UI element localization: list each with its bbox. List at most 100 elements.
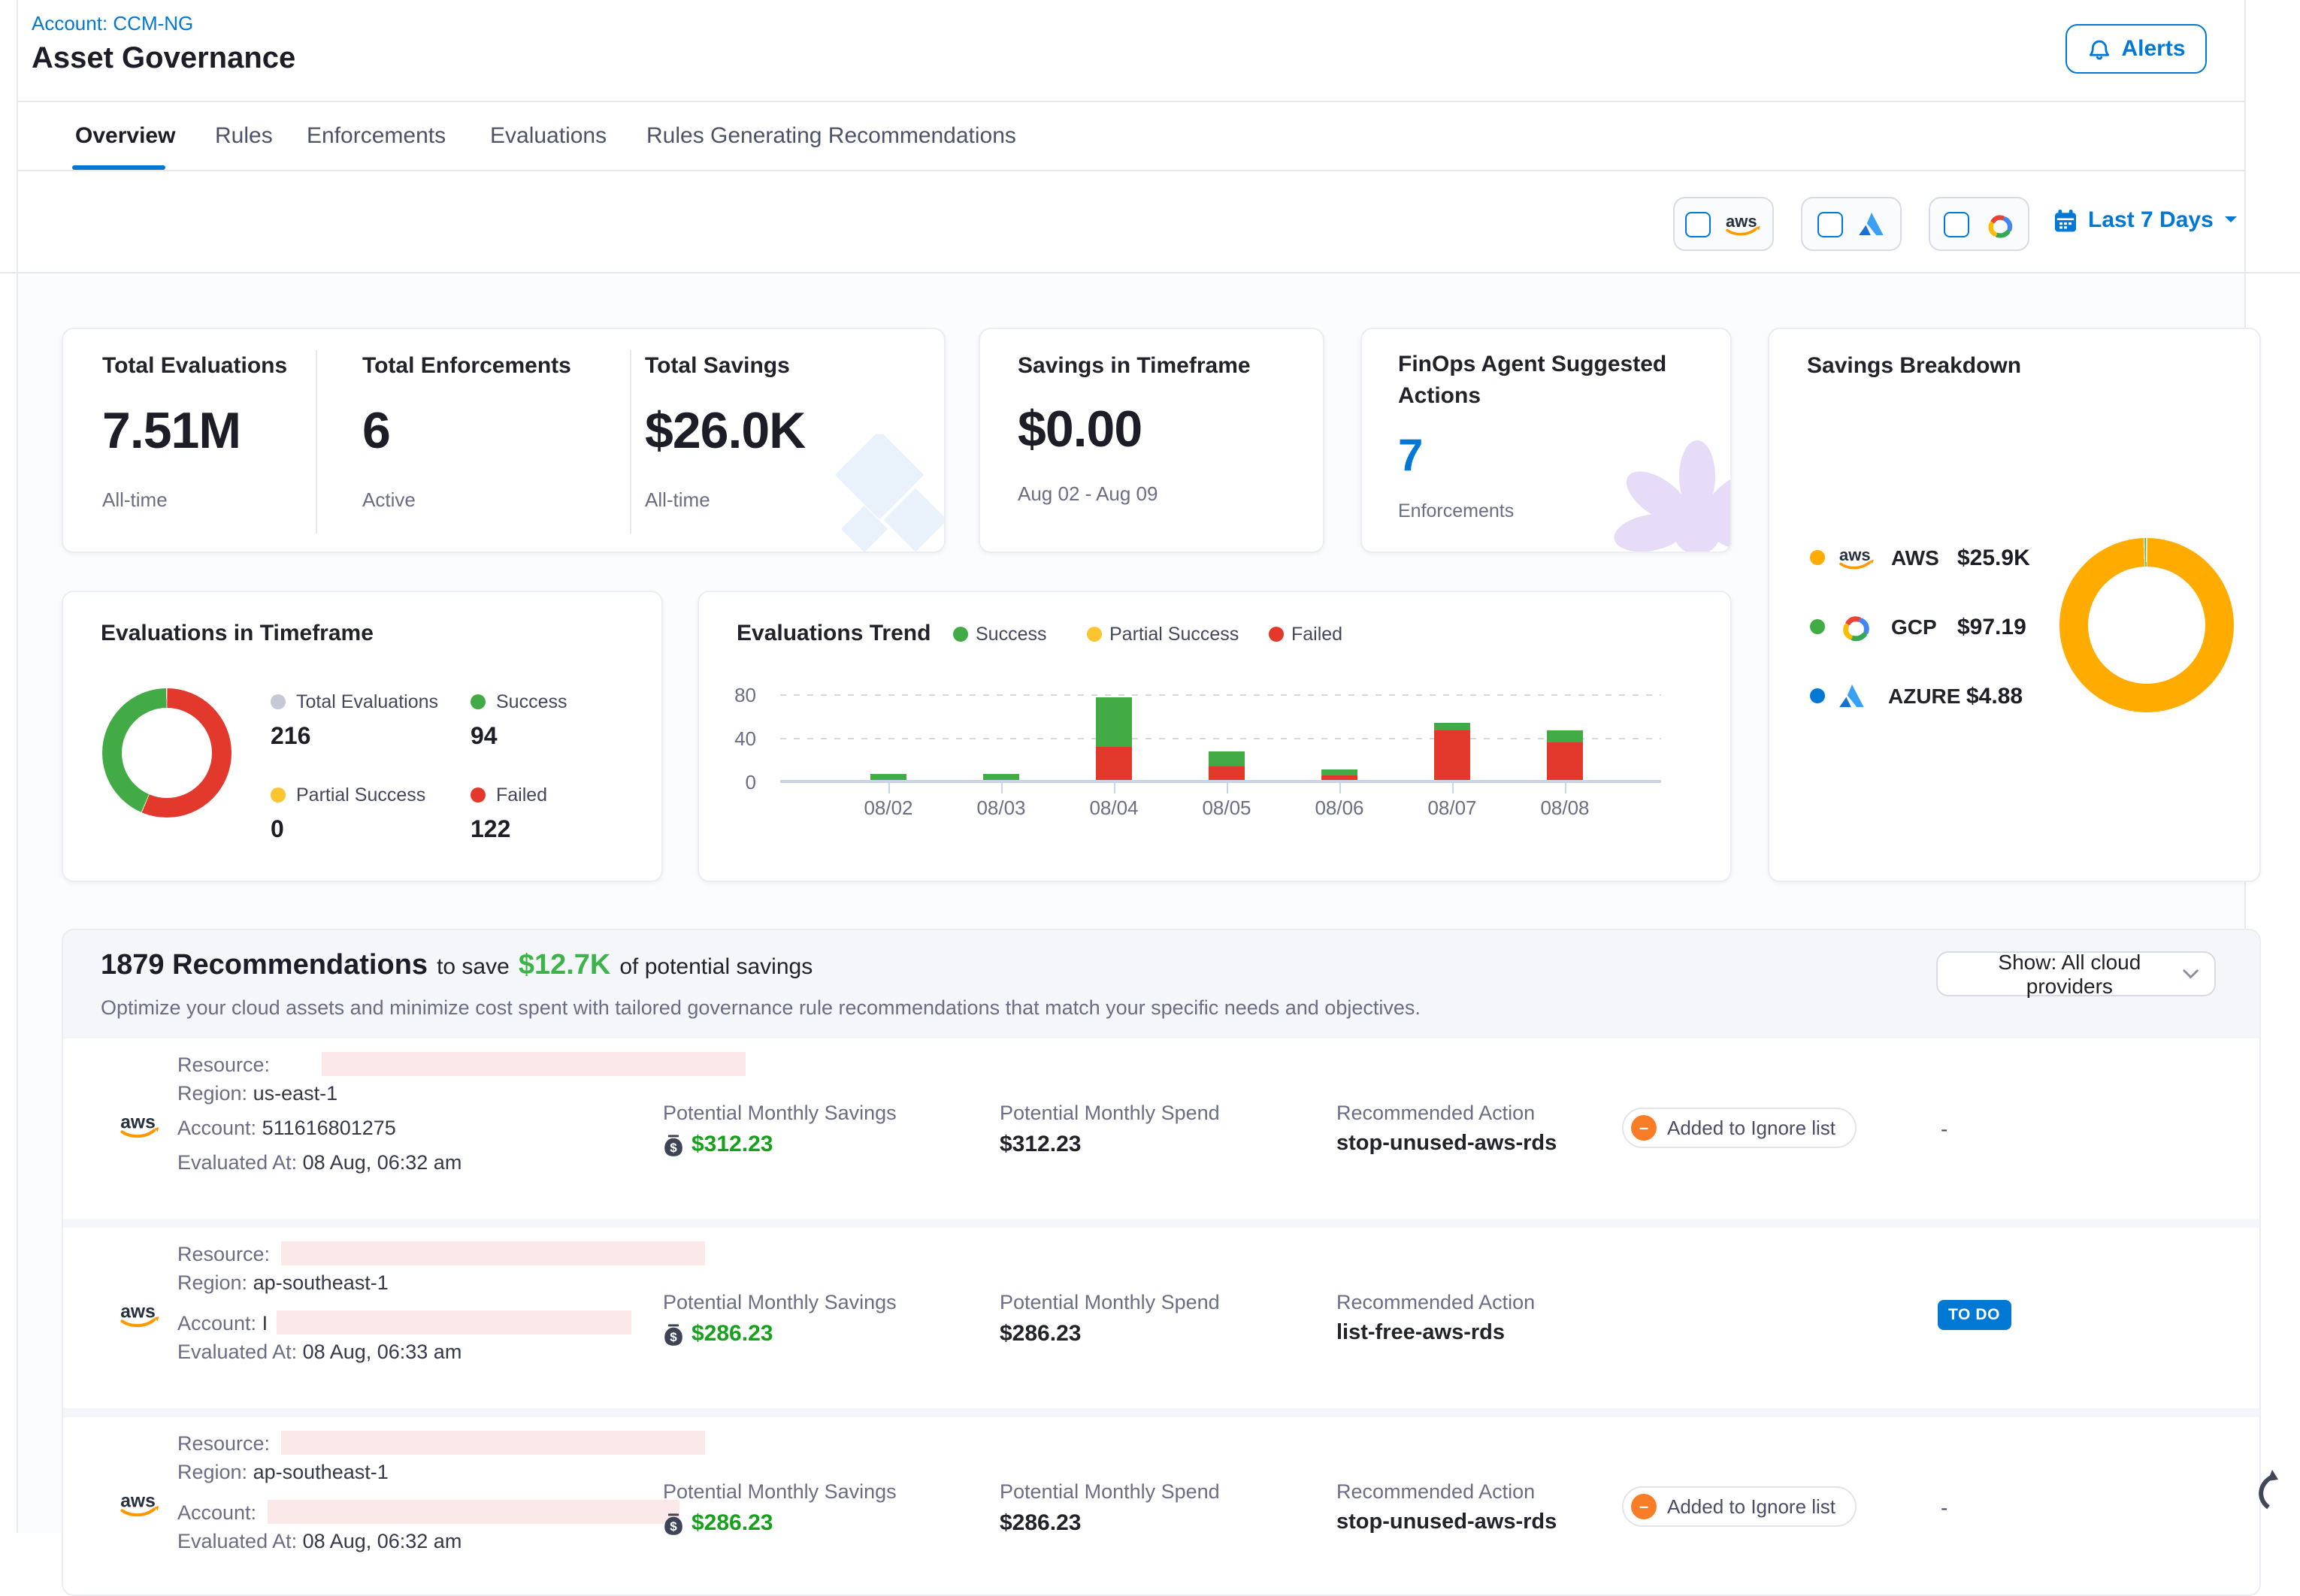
x-axis-line: [780, 780, 1661, 783]
legend-value: 94: [471, 724, 567, 751]
gcp-dot: [1810, 619, 1825, 634]
pill-label: Added to Ignore list: [1667, 1117, 1835, 1139]
minus-circle-icon: –: [1631, 1115, 1657, 1141]
status-dash: -: [1941, 1495, 1947, 1519]
action-column-label: Recommended Action: [1336, 1480, 1535, 1503]
recommendation-row[interactable]: aws Resource: Region: ap-southeast-1 Acc…: [63, 1228, 2261, 1408]
resource-line: Resource:: [177, 1426, 706, 1455]
svg-text:$: $: [670, 1519, 677, 1534]
action-value: list-free-aws-rds: [1336, 1321, 1505, 1345]
redacted-resource: [282, 1431, 706, 1455]
x-tickmark: [1114, 783, 1115, 793]
evaluated-label: Evaluated At:: [177, 1341, 297, 1363]
provider-name: GCP: [1891, 615, 1957, 639]
spend-value: $286.23: [1000, 1321, 1081, 1347]
tab-rules[interactable]: Rules: [215, 123, 273, 149]
gcp-checkbox[interactable]: [1943, 211, 1969, 237]
tab-rules-generating-recommendations[interactable]: Rules Generating Recommendations: [646, 123, 1016, 149]
region-line: Region: ap-southeast-1: [177, 1461, 389, 1483]
filter-aws-toggle[interactable]: aws: [1673, 197, 1774, 251]
total-dot: [271, 694, 286, 709]
stat-value: 6: [362, 403, 571, 461]
action-value: stop-unused-aws-rds: [1336, 1510, 1557, 1534]
aws-dot: [1810, 550, 1825, 565]
tab-overview[interactable]: Overview: [75, 123, 175, 149]
savings-column-label: Potential Monthly Savings: [663, 1480, 897, 1503]
redacted-account: [268, 1500, 680, 1524]
tab-enforcements[interactable]: Enforcements: [307, 123, 446, 149]
card-title: FinOps Agent Suggested Actions: [1398, 349, 1684, 412]
cloud-provider-filter-dropdown[interactable]: Show: All cloud providers: [1936, 951, 2216, 996]
finops-caption: Enforcements: [1398, 500, 1514, 521]
region-value: ap-southeast-1: [253, 1461, 389, 1483]
account-label: Account:: [177, 1117, 256, 1139]
aws-logo-icon: aws: [119, 1111, 161, 1141]
filter-azure-toggle[interactable]: [1801, 197, 1902, 251]
alerts-label: Alerts: [2121, 36, 2185, 62]
redacted-resource: [322, 1052, 746, 1076]
calendar-icon: [2053, 208, 2078, 232]
tabbar-divider: [18, 170, 2244, 171]
legend-failed: Failed 122: [471, 784, 547, 845]
x-label: 08/05: [1182, 796, 1272, 819]
added-to-ignore-pill[interactable]: – Added to Ignore list: [1622, 1486, 1857, 1527]
region-line: Region: us-east-1: [177, 1082, 337, 1105]
account-label: Account:: [177, 1312, 256, 1335]
azure-checkbox[interactable]: [1817, 211, 1842, 237]
evaluated-line: Evaluated At: 08 Aug, 06:33 am: [177, 1341, 462, 1363]
region-label: Region:: [177, 1461, 247, 1483]
cursor-widget-icon[interactable]: [2252, 1467, 2285, 1524]
flower-watermark-icon: [1604, 437, 1732, 553]
recommendations-amount: $12.7K: [519, 950, 611, 983]
legend-value: 122: [471, 818, 547, 845]
filter-gcp-toggle[interactable]: [1929, 197, 2029, 251]
aws-checkbox[interactable]: [1685, 211, 1711, 237]
recommendation-row[interactable]: aws Resource: Region: ap-southeast-1 Acc…: [63, 1417, 2261, 1596]
tab-evaluations[interactable]: Evaluations: [490, 123, 607, 149]
evaluated-value: 08 Aug, 06:33 am: [303, 1341, 462, 1363]
stat-caption: All-time: [645, 488, 805, 511]
spend-value: $286.23: [1000, 1510, 1081, 1536]
svg-text:$: $: [670, 1141, 677, 1155]
recommendations-header: 1879 Recommendations to save $12.7K of p…: [101, 950, 813, 983]
savings-breakdown-donut: [2059, 538, 2234, 712]
stat-total-savings: Total Savings $26.0K All-time: [645, 353, 805, 511]
bar-segment: [1096, 746, 1132, 780]
bar-segment: [1096, 697, 1132, 746]
stat-divider: [316, 350, 317, 534]
savings-timeframe-value: $0.00: [1018, 401, 1142, 460]
spend-column-label: Potential Monthly Spend: [1000, 1102, 1220, 1124]
legend-value: 0: [271, 818, 425, 845]
aws-logo-icon: aws: [119, 1300, 161, 1330]
chevron-down-icon: [2224, 215, 2239, 225]
recommendations-panel: 1879 Recommendations to save $12.7K of p…: [62, 929, 2261, 1596]
recommendations-count: 1879 Recommendations: [101, 950, 428, 983]
recommendation-row[interactable]: aws Resource: Region: us-east-1 Account:…: [63, 1038, 2261, 1219]
azure-dot: [1810, 688, 1825, 703]
trend-bars: [699, 592, 1732, 882]
evaluated-value: 08 Aug, 06:32 am: [303, 1530, 462, 1552]
x-label: 08/06: [1294, 796, 1385, 819]
added-to-ignore-pill[interactable]: – Added to Ignore list: [1622, 1108, 1857, 1148]
todo-badge[interactable]: TO DO: [1938, 1300, 2011, 1330]
account-value: I: [262, 1312, 268, 1335]
legend-label: Partial Success: [296, 784, 425, 806]
breadcrumb[interactable]: Account: CCM-NG: [32, 12, 193, 35]
header-divider: [18, 101, 2244, 102]
x-label: 08/04: [1069, 796, 1159, 819]
breakdown-legend-aws: aws AWS $25.9K: [1810, 540, 2030, 576]
azure-logo-icon: [1856, 210, 1886, 237]
legend-label: Success: [496, 691, 567, 712]
evaluations-timeframe-card: Evaluations in Timeframe Total Evaluatio…: [62, 591, 663, 882]
bar-segment: [1547, 731, 1583, 742]
date-range-dropdown[interactable]: Last 7 Days: [2053, 207, 2239, 233]
alerts-button[interactable]: Alerts: [2065, 24, 2207, 74]
account-label: Account:: [177, 1501, 256, 1524]
resource-label: Resource:: [177, 1053, 270, 1076]
x-tickmark: [1565, 783, 1566, 793]
bell-icon: [2087, 37, 2112, 61]
bar-segment: [1434, 731, 1470, 780]
x-tickmark: [1339, 783, 1341, 793]
savings-column-label: Potential Monthly Savings: [663, 1102, 897, 1124]
bar-segment: [983, 775, 1019, 780]
